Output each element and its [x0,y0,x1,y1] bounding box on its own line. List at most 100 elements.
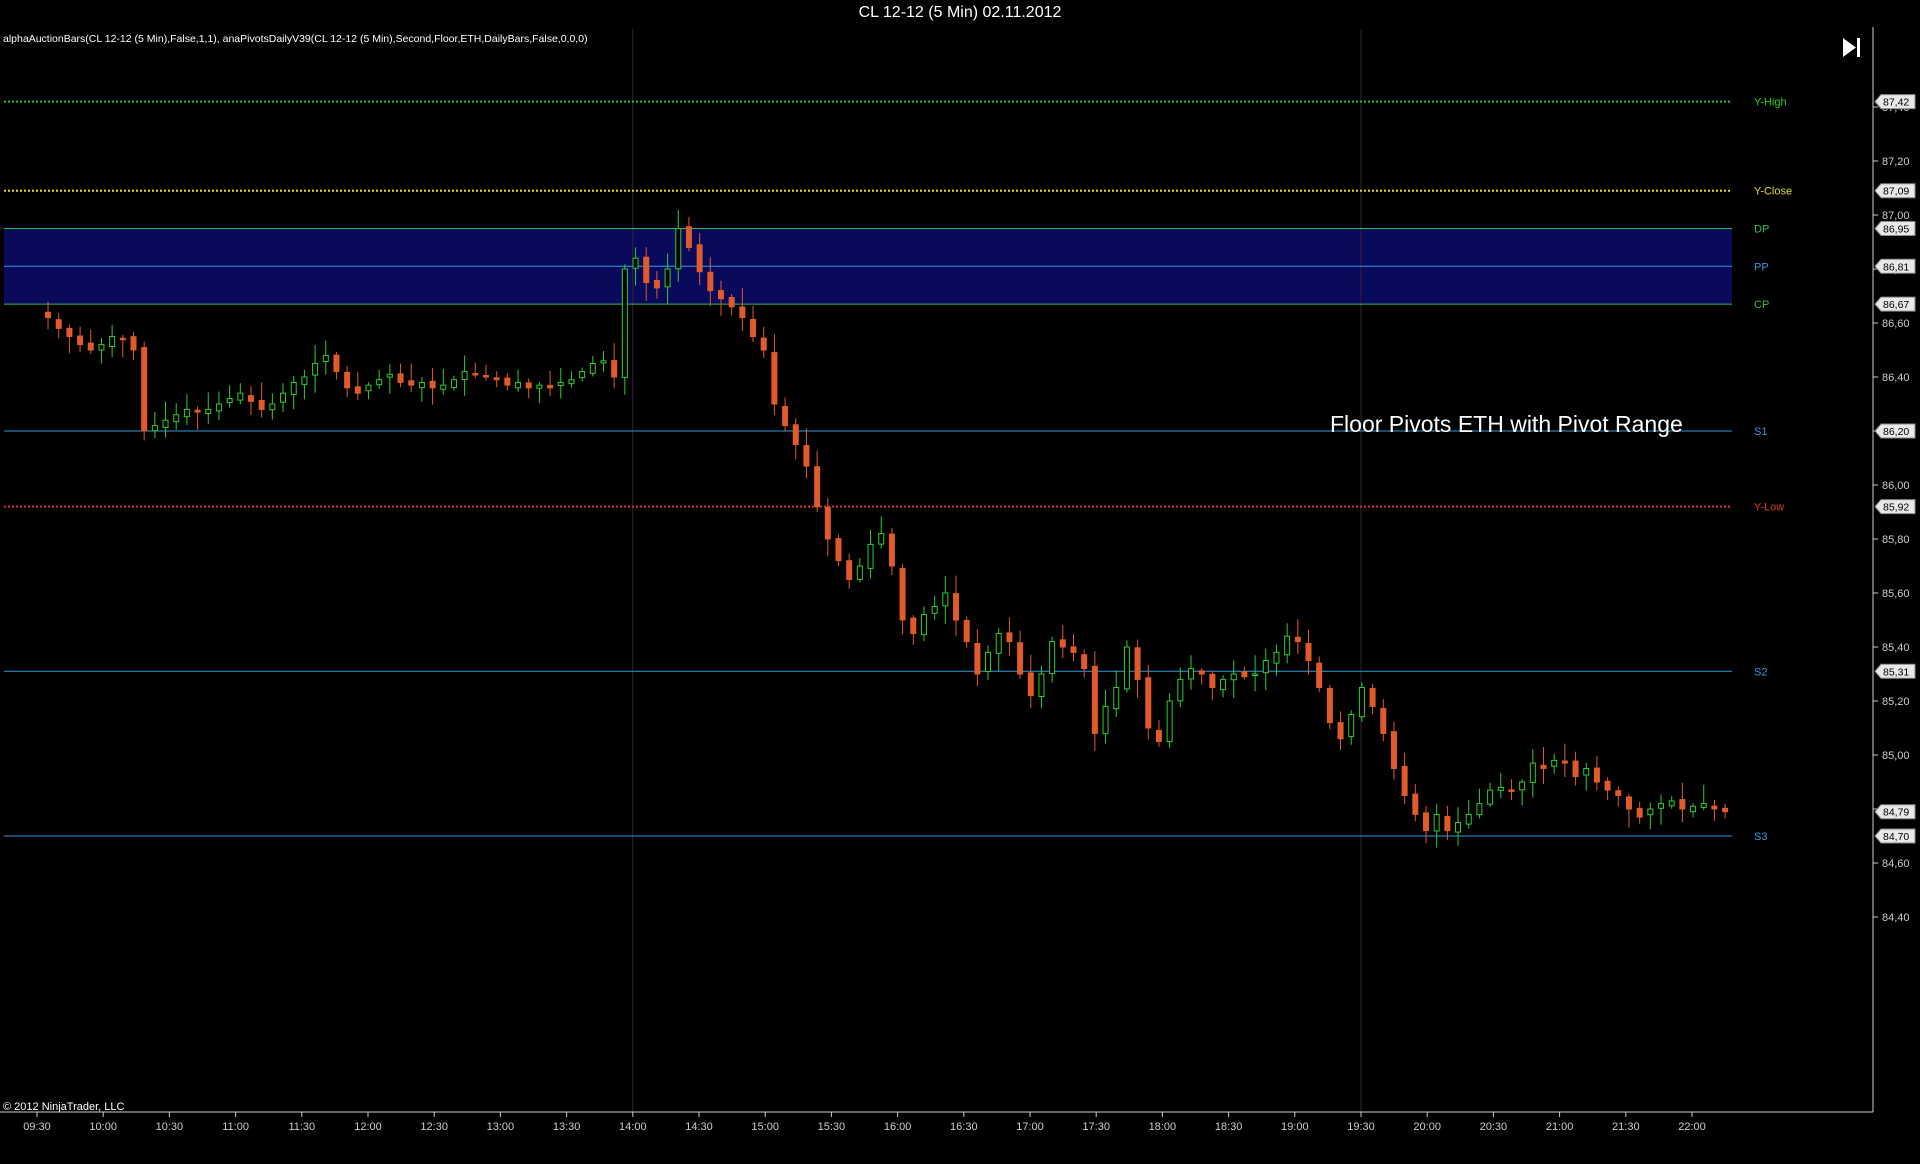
x-tick-label: 21:30 [1612,1121,1640,1133]
price-marker: 86,81 [1874,258,1916,274]
candle-body [215,403,222,412]
candle [141,341,148,441]
candle-body [429,380,436,389]
x-tick-label: 17:00 [1016,1121,1044,1133]
candle-body [846,560,853,580]
level-label-s1: S1 [1754,426,1767,438]
candle-body [899,568,906,621]
candle-body [1455,822,1462,833]
candle-body [1647,808,1654,816]
price-marker: 86,20 [1874,423,1916,439]
candle-body [910,617,917,634]
candle-body [1487,789,1494,805]
price-marker-label: 87,09 [1883,186,1909,198]
price-marker-label: 85,92 [1883,502,1909,514]
candle-body [280,392,287,403]
level-label-y-close: Y-Close [1754,186,1792,198]
candle-body [632,257,639,269]
candle-body [1177,678,1184,702]
candle-body [1252,673,1259,676]
candle-body [1636,807,1643,818]
candle-body [130,336,137,351]
candle-body [707,271,714,292]
candle-body [1102,705,1109,735]
window-title: CL 12-12 (5 Min) 02.11.2012 [858,4,1062,21]
price-marker-label: 84,70 [1883,831,1909,843]
candle-body [1241,671,1248,678]
copyright-text: © 2012 NinjaTrader, LLC [3,1101,124,1113]
candle-body [397,373,404,383]
candle-body [782,406,789,427]
y-tick-label: 85,20 [1882,696,1910,708]
candle-body [344,371,351,389]
candle-body [974,643,981,675]
candle-body [1444,816,1451,832]
level-label-s2: S2 [1754,666,1767,678]
candle-body [750,318,757,337]
x-tick-label: 20:30 [1480,1121,1508,1133]
candle-body [301,376,308,385]
x-tick-label: 16:30 [950,1121,978,1133]
candle-body [675,228,682,270]
candle-body [1230,673,1237,681]
candle-body [1711,805,1718,810]
price-chart[interactable]: Y-HighY-CloseDPPPCPS1Y-LowS2S3 87,4087,2… [0,27,1920,1159]
price-marker: 87,09 [1874,183,1916,199]
candle-body [685,226,692,248]
price-marker: 86,95 [1874,221,1916,236]
candle-body [1348,714,1355,737]
candle-body [162,419,169,428]
x-tick-label: 11:00 [222,1121,249,1133]
x-tick-label: 10:00 [89,1121,117,1133]
candle-body [1220,678,1227,691]
candle-body [1188,668,1195,680]
candle-body [1604,780,1611,791]
candle [1123,640,1130,693]
scroll-to-end-button[interactable] [1837,34,1865,60]
candle-body [557,381,564,386]
candle-body [1326,687,1333,724]
candle-body [611,360,618,378]
candle-body [643,256,650,284]
price-marker: 86,67 [1874,296,1916,312]
candle-body [1572,760,1579,778]
candle-body [504,377,511,386]
candle-body [952,593,959,621]
candle-body [1209,673,1216,689]
x-tick-label: 19:00 [1281,1121,1309,1133]
x-tick-label: 20:00 [1413,1121,1441,1133]
y-tick-label: 86,40 [1882,372,1910,384]
candle-body [760,337,767,351]
candle-body [920,614,927,636]
candle-body [1305,643,1312,662]
candle-body [408,380,415,386]
candle-body [1049,641,1056,675]
candle-body [1006,632,1013,643]
candle-body [963,619,970,643]
price-marker-label: 86,67 [1883,299,1909,311]
candle-body [109,336,116,347]
candle-body [1529,762,1536,783]
candle-body [450,379,457,389]
candle-body [194,409,201,413]
candle-body [1113,687,1120,710]
candle-body [183,408,190,418]
price-marker: 85,92 [1874,499,1916,515]
x-tick-label: 12:00 [354,1121,382,1133]
x-tick-label: 18:00 [1149,1121,1177,1133]
candle-body [824,506,831,540]
candle-body [322,354,329,363]
candle-body [1166,700,1173,743]
candle-body [1262,660,1269,674]
candle-body [1412,793,1419,815]
candle-body [1198,670,1205,675]
candle-body [418,381,425,389]
x-tick-label: 14:30 [685,1121,713,1133]
y-tick-label: 85,80 [1882,534,1910,546]
candle-body [1390,731,1397,770]
candle-body [87,342,94,351]
candle-body [942,592,949,607]
candle-body [1433,813,1440,832]
chart-panel[interactable]: Y-HighY-CloseDPPPCPS1Y-LowS2S3 87,4087,2… [0,27,1920,1159]
candle-body [1369,687,1376,707]
